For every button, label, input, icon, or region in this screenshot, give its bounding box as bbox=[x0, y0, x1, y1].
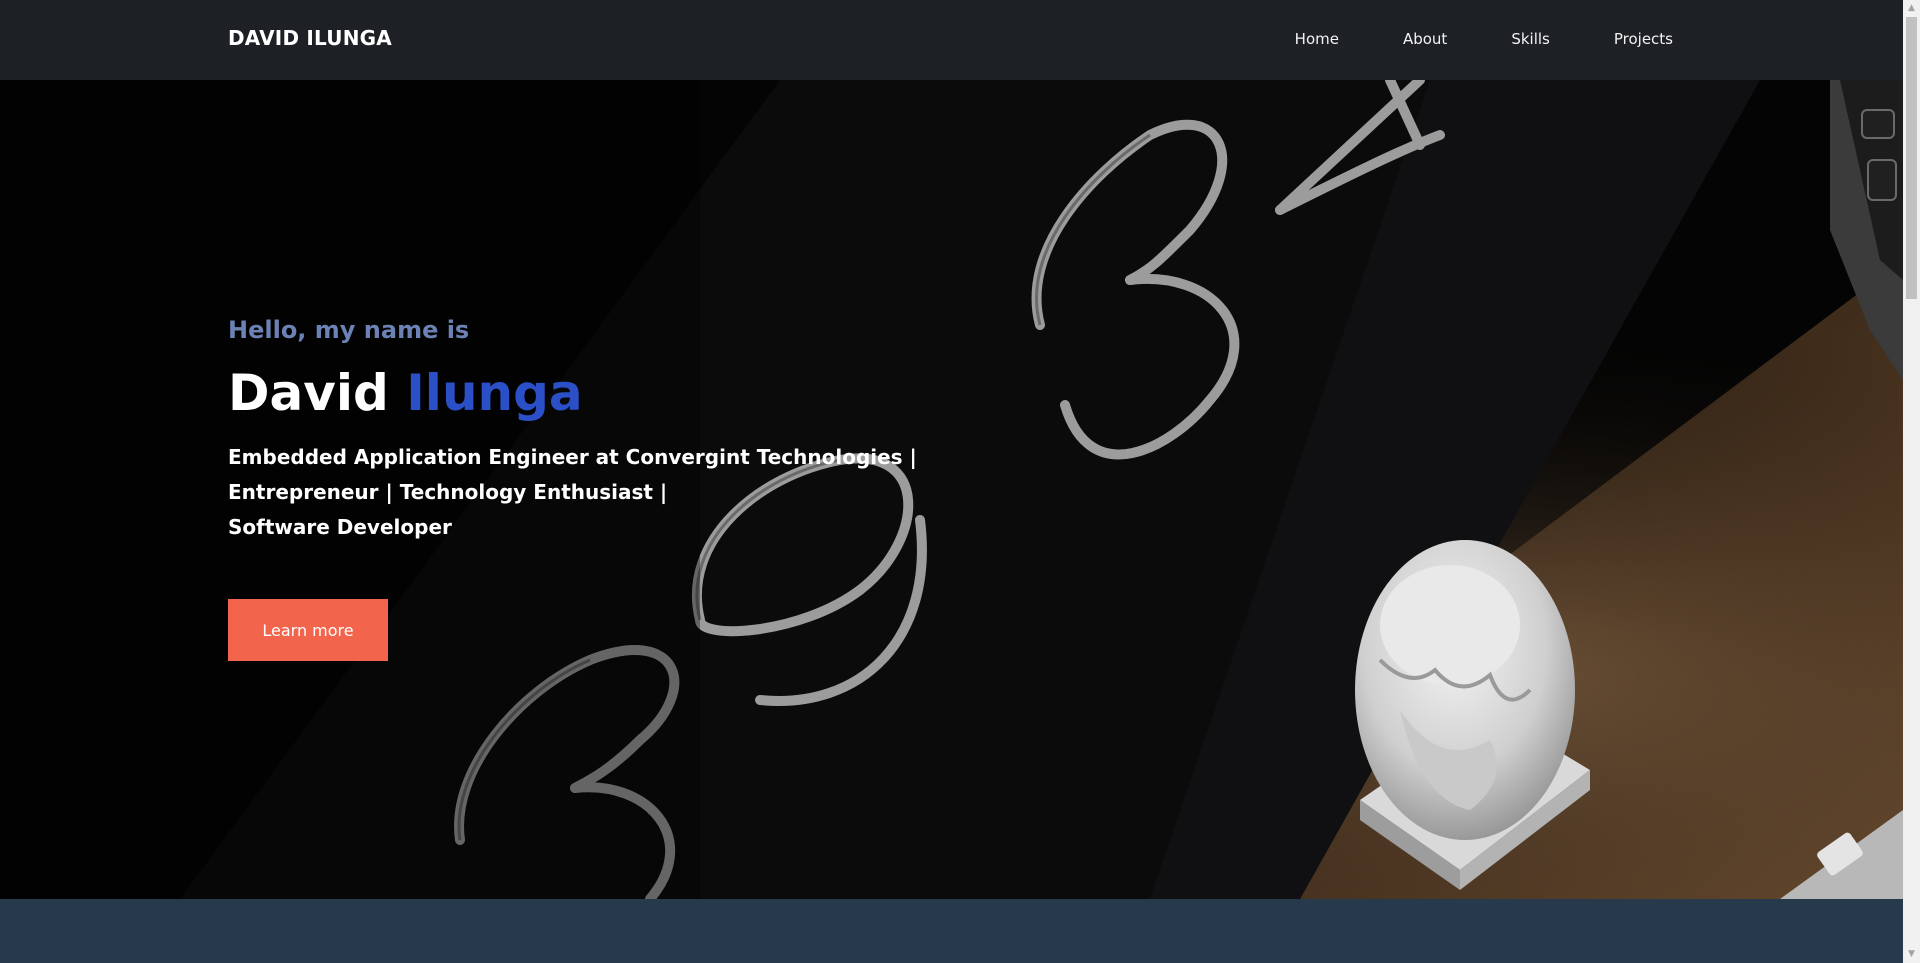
nav-link-about[interactable]: About bbox=[1403, 30, 1447, 48]
scroll-down-arrow-icon[interactable]: ▼ bbox=[1903, 946, 1920, 963]
hero-tagline: Embedded Application Engineer at Converg… bbox=[228, 440, 948, 545]
brand-logo[interactable]: DAVID ILUNGA bbox=[228, 26, 392, 50]
learn-more-button[interactable]: Learn more bbox=[228, 599, 388, 661]
tagline-line: Software Developer bbox=[228, 515, 452, 539]
next-section bbox=[0, 899, 1903, 963]
nav-links: Home About Skills Projects bbox=[1231, 30, 1673, 48]
last-name: Ilunga bbox=[406, 364, 583, 422]
top-navbar: DAVID ILUNGA Home About Skills Projects bbox=[0, 0, 1903, 80]
nav-link-projects[interactable]: Projects bbox=[1614, 30, 1673, 48]
first-name: David bbox=[228, 364, 389, 422]
scrollbar-thumb[interactable] bbox=[1906, 17, 1917, 299]
hero-greeting: Hello, my name is bbox=[228, 316, 470, 344]
tagline-line: Entrepreneur | Technology Enthusiast | bbox=[228, 480, 668, 504]
scroll-up-arrow-icon[interactable]: ▲ bbox=[1903, 0, 1920, 17]
page-scrollbar[interactable]: ▲ ▼ bbox=[1903, 0, 1920, 963]
tagline-line: Embedded Application Engineer at Converg… bbox=[228, 445, 917, 469]
nav-link-skills[interactable]: Skills bbox=[1511, 30, 1550, 48]
hero-section: Hello, my name is David Ilunga Embedded … bbox=[0, 80, 1903, 899]
nav-link-home[interactable]: Home bbox=[1295, 30, 1339, 48]
hero-name: David Ilunga bbox=[228, 364, 583, 422]
